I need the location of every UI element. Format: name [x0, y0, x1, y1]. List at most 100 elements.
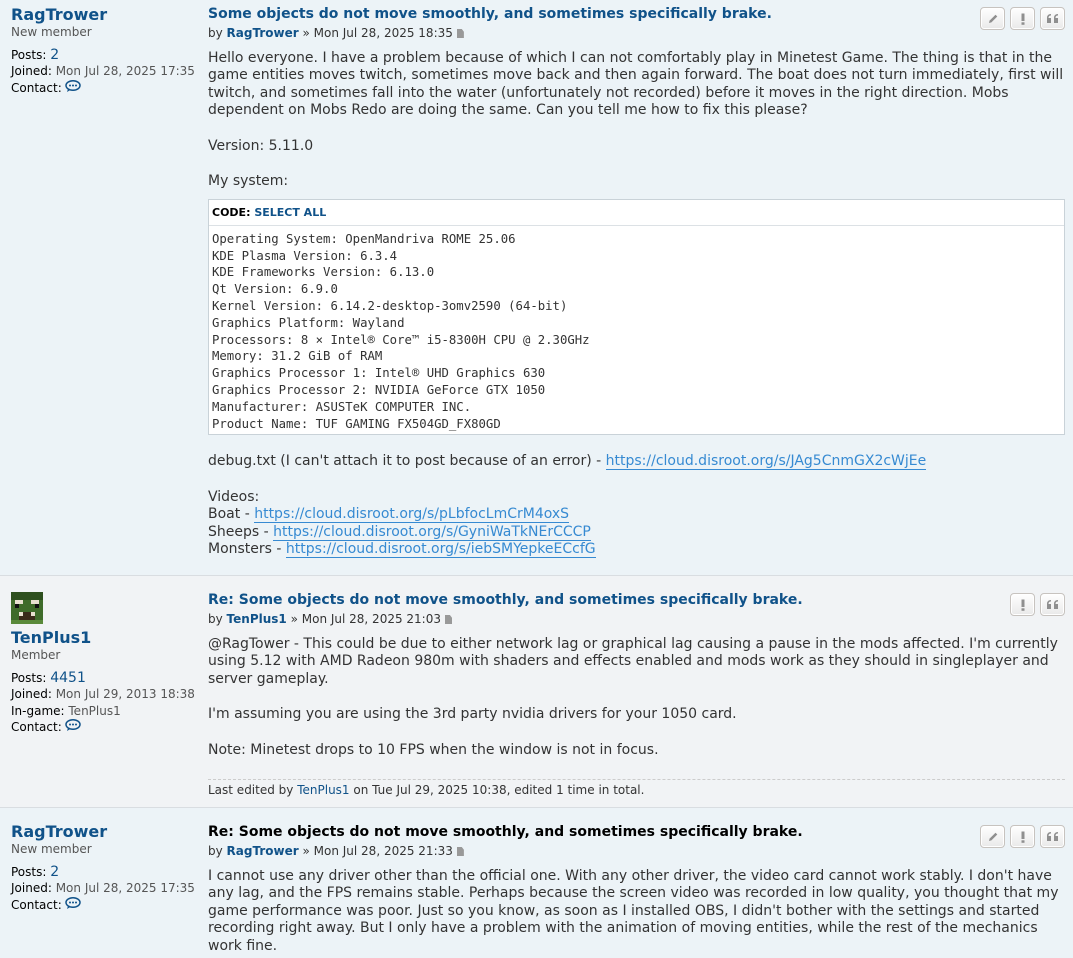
post-date: » Mon Jul 28, 2025 21:33 [302, 844, 453, 858]
posts-label: Posts: [11, 47, 47, 62]
edited-by-link[interactable]: TenPlus1 [297, 783, 349, 797]
joined-date: Mon Jul 28, 2025 17:35 [55, 64, 195, 78]
exclamation-icon [1021, 599, 1024, 611]
user-rank: New member [11, 25, 92, 39]
debug-line: debug.txt (I can't attach it to post bec… [208, 453, 1065, 471]
monsters-label: Monsters - [208, 541, 286, 558]
joined-label: Joined: [11, 64, 52, 78]
debug-text: debug.txt (I can't attach it to post bec… [208, 453, 606, 470]
contact-label: Contact: [11, 897, 62, 912]
user-rank: New member [11, 842, 92, 856]
post-3: RagTrower New member Posts: 2 Joined: Mo… [0, 808, 1073, 958]
quote-button[interactable] [1040, 7, 1065, 30]
chat-bubble-icon[interactable] [64, 896, 81, 914]
pencil-icon [988, 14, 997, 23]
last-edited-note: Last edited by TenPlus1 on Tue Jul 29, 2… [208, 779, 1065, 797]
report-button[interactable] [1010, 7, 1035, 30]
post-body: Some objects do not move smoothly, and s… [208, 5, 1065, 559]
post-date: » Mon Jul 28, 2025 18:35 [302, 26, 453, 40]
chat-bubble-icon[interactable] [64, 79, 81, 97]
post-title-link[interactable]: Some objects do not move smoothly, and s… [208, 5, 1065, 23]
post-author-line: by RagTrower » Mon Jul 28, 2025 18:35 [208, 26, 1065, 40]
sheeps-line: Sheeps - https://cloud.disroot.org/s/Gyn… [208, 523, 1065, 541]
author-link[interactable]: RagTrower [227, 844, 299, 858]
post-profile: TenPlus1 Member Posts: 4451 Joined: Mon … [11, 592, 196, 736]
post-paragraph: Note: Minetest drops to 10 FPS when the … [208, 741, 659, 758]
edit-button[interactable] [980, 825, 1005, 848]
quote-button[interactable] [1040, 825, 1065, 848]
boat-label: Boat - [208, 506, 255, 523]
edit-button[interactable] [980, 7, 1005, 30]
joined-date: Mon Jul 29, 2013 18:38 [55, 687, 195, 701]
posts-count-link[interactable]: 2 [50, 864, 59, 880]
quote-icon [1046, 599, 1058, 609]
quote-button[interactable] [1040, 593, 1065, 616]
contact-label: Contact: [11, 80, 62, 95]
post-file-icon[interactable] [456, 847, 464, 856]
pencil-icon [988, 832, 997, 841]
post-paragraph: I'm assuming you are using the 3rd party… [208, 706, 737, 723]
boat-line: Boat - https://cloud.disroot.org/s/pLbfo… [208, 506, 1065, 524]
ingame-label: In-game: [11, 703, 65, 718]
post-body: Re: Some objects do not move smoothly, a… [208, 823, 1065, 955]
report-button[interactable] [1010, 593, 1035, 616]
sheeps-label: Sheeps - [208, 523, 274, 540]
posts-count-link[interactable]: 4451 [50, 670, 86, 686]
post-author-line: by RagTrower » Mon Jul 28, 2025 21:33 [208, 844, 1065, 858]
post-paragraph: Hello everyone. I have a problem because… [208, 50, 1064, 119]
system-text: My system: [208, 173, 289, 190]
code-box: CODE: SELECT ALL Operating System: OpenM… [208, 199, 1065, 436]
author-link[interactable]: TenPlus1 [227, 612, 287, 626]
code-content[interactable]: Operating System: OpenMandriva ROME 25.0… [209, 226, 1064, 435]
joined-date: Mon Jul 28, 2025 17:35 [55, 881, 195, 895]
post-author-line: by TenPlus1 » Mon Jul 28, 2025 21:03 [208, 612, 1065, 626]
quote-icon [1046, 831, 1058, 841]
posts-label: Posts: [11, 670, 47, 685]
edited-prefix: Last edited by [208, 783, 294, 798]
username-link[interactable]: RagTrower [11, 823, 196, 841]
post-profile: RagTrower New member Posts: 2 Joined: Mo… [11, 6, 196, 96]
post-actions [1008, 593, 1065, 616]
posts-count-link[interactable]: 2 [50, 47, 59, 63]
posts-label: Posts: [11, 864, 47, 879]
report-button[interactable] [1010, 825, 1035, 848]
select-all-link[interactable]: SELECT ALL [254, 206, 326, 219]
code-label: CODE: [212, 206, 251, 220]
chat-bubble-icon[interactable] [64, 719, 81, 736]
code-header: CODE: SELECT ALL [209, 200, 1064, 226]
user-rank: Member [11, 648, 61, 662]
username-link[interactable]: RagTrower [11, 6, 196, 24]
boat-video-link[interactable]: https://cloud.disroot.org/s/pLbfocLmCrM4… [254, 506, 570, 524]
monsters-video-link[interactable]: https://cloud.disroot.org/s/iebSMYepkeEC… [285, 541, 596, 559]
joined-label: Joined: [11, 687, 52, 701]
post-content: I cannot use any driver other than the o… [208, 868, 1065, 955]
avatar[interactable] [11, 592, 43, 624]
exclamation-icon [1021, 831, 1024, 843]
post-1: RagTrower New member Posts: 2 Joined: Mo… [0, 0, 1073, 576]
post-file-icon[interactable] [445, 615, 452, 624]
post-2: TenPlus1 Member Posts: 4451 Joined: Mon … [0, 576, 1073, 808]
version-text: Version: 5.11.0 [208, 137, 314, 154]
post-body: Re: Some objects do not move smoothly, a… [208, 591, 1065, 797]
debug-link[interactable]: https://cloud.disroot.org/s/JAg5CnmGX2cW… [605, 453, 927, 471]
username-link[interactable]: TenPlus1 [11, 629, 196, 647]
post-file-icon[interactable] [456, 29, 464, 38]
post-title-link[interactable]: Re: Some objects do not move smoothly, a… [208, 591, 1065, 609]
by-label: by [208, 844, 223, 858]
post-paragraph: I cannot use any driver other than the o… [208, 868, 1059, 954]
post-date: » Mon Jul 28, 2025 21:03 [290, 612, 441, 626]
edited-suffix: on Tue Jul 29, 2025 10:38, edited 1 time… [353, 783, 645, 798]
quote-icon [1046, 13, 1058, 23]
by-label: by [208, 26, 223, 40]
monsters-line: Monsters - https://cloud.disroot.org/s/i… [208, 541, 1065, 559]
author-link[interactable]: RagTrower [227, 26, 299, 40]
post-paragraph: @RagTower - This could be due to either … [208, 636, 1058, 687]
by-label: by [208, 612, 223, 626]
post-title-link[interactable]: Re: Some objects do not move smoothly, a… [208, 823, 1065, 841]
exclamation-icon [1021, 13, 1024, 25]
post-content: Hello everyone. I have a problem because… [208, 50, 1065, 559]
post-profile: RagTrower New member Posts: 2 Joined: Mo… [11, 823, 196, 913]
sheeps-video-link[interactable]: https://cloud.disroot.org/s/GyniWaTkNErC… [273, 523, 591, 541]
post-content: @RagTower - This could be due to either … [208, 636, 1065, 759]
ingame-name: TenPlus1 [68, 703, 121, 718]
